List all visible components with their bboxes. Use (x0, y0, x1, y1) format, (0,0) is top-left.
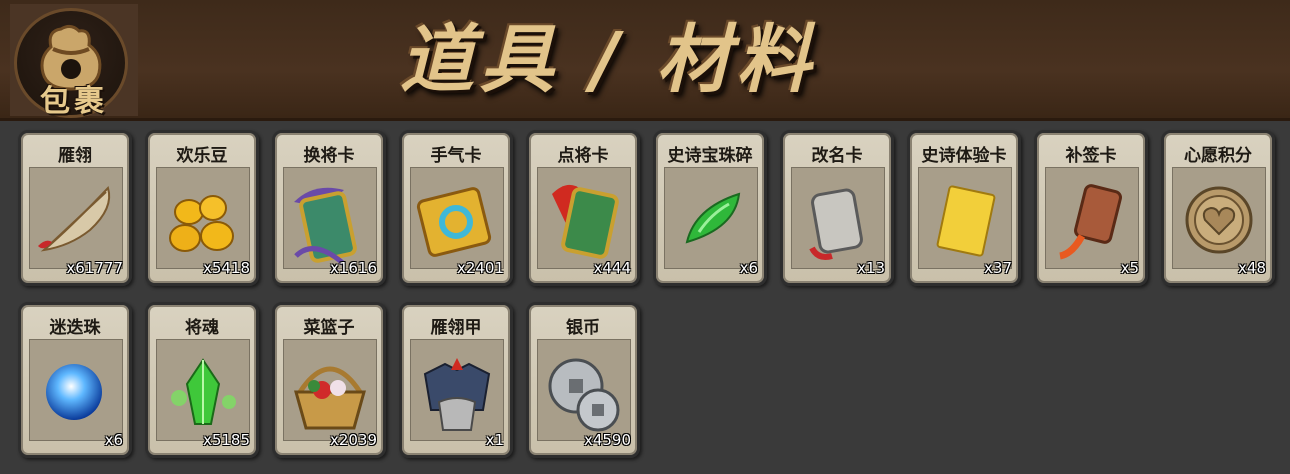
jade-shard-icon (685, 192, 741, 244)
item-card-silver-coins[interactable]: 银币 x4590 (526, 302, 640, 458)
item-name: 心愿积分 (1184, 146, 1252, 166)
feather-icon (38, 186, 111, 252)
item-name: 改名卡 (811, 146, 863, 166)
armor-icon (423, 358, 491, 431)
rename-card-icon (809, 188, 863, 260)
item-name: 手气卡 (430, 146, 482, 166)
item-card-gold-card[interactable]: 史诗体验卡 x37 (907, 130, 1021, 286)
item-art (791, 167, 885, 269)
item-name: 银币 (566, 318, 600, 338)
bag-label: 包裹 (40, 84, 108, 119)
item-art (918, 167, 1012, 269)
item-art (156, 339, 250, 441)
item-art (1045, 167, 1139, 269)
basket-icon (294, 366, 366, 430)
item-art (537, 167, 631, 269)
gold-card-icon (936, 185, 996, 257)
item-count: x61777 (66, 259, 123, 277)
sign-tag-icon (1059, 184, 1122, 260)
item-card-blue-orb[interactable]: 迷迭珠 x6 (18, 302, 132, 458)
item-name: 点将卡 (557, 146, 609, 166)
item-card-pick-general[interactable]: 点将卡 x444 (526, 130, 640, 286)
item-art (29, 167, 123, 269)
item-card-rename[interactable]: 改名卡 x13 (780, 130, 894, 286)
item-card-gold-beans[interactable]: 欢乐豆 x5418 (145, 130, 259, 286)
item-card-luck[interactable]: 手气卡 x2401 (399, 130, 513, 286)
header-bar: 包裹 道具 / 材料 (0, 0, 1290, 121)
item-name: 史诗体验卡 (921, 146, 1007, 166)
item-count: x48 (1238, 259, 1266, 277)
gold-beans-icon (169, 195, 234, 252)
item-card-green-crystal[interactable]: 将魂 x5185 (145, 302, 259, 458)
green-crystal-icon (171, 358, 236, 425)
item-count: x2039 (329, 431, 377, 449)
page-title: 道具 / 材料 (400, 17, 817, 103)
item-art (283, 167, 377, 269)
item-count: x444 (593, 259, 631, 277)
item-art (410, 167, 504, 269)
item-art (664, 167, 758, 269)
item-art (1172, 167, 1266, 269)
item-count: x2401 (456, 259, 504, 277)
item-count: x1616 (329, 259, 377, 277)
item-name: 换将卡 (303, 146, 355, 166)
item-name: 史诗宝珠碎 (667, 146, 753, 166)
item-count: x1 (485, 431, 504, 449)
item-count: x5418 (202, 259, 250, 277)
heart-coin-icon (1185, 186, 1253, 254)
item-art (537, 339, 631, 441)
item-name: 迷迭珠 (49, 318, 101, 338)
item-count: x13 (857, 259, 885, 277)
item-card-armor[interactable]: 雁翎甲 x1 (399, 302, 513, 458)
item-count: x5185 (202, 431, 250, 449)
item-card-feather[interactable]: 雁翎 x61777 (18, 130, 132, 286)
bag-tab[interactable]: 包裹 (10, 4, 138, 119)
item-card-sign-tag[interactable]: 补签卡 x5 (1034, 130, 1148, 286)
item-count: x4590 (583, 431, 631, 449)
luck-card-icon (416, 187, 492, 257)
item-card-basket[interactable]: 菜篮子 x2039 (272, 302, 386, 458)
item-count: x37 (984, 259, 1012, 277)
item-name: 菜篮子 (303, 318, 355, 338)
item-card-swap-general[interactable]: 换将卡 x1616 (272, 130, 386, 286)
item-count: x6 (739, 259, 758, 277)
item-art (283, 339, 377, 441)
item-art (29, 339, 123, 441)
item-card-heart-coin[interactable]: 心愿积分 x48 (1161, 130, 1275, 286)
item-card-jade-shard[interactable]: 史诗宝珠碎 x6 (653, 130, 767, 286)
swap-general-card-icon (294, 187, 357, 266)
item-count: x5 (1120, 259, 1139, 277)
item-art (410, 339, 504, 441)
silver-coins-icon (548, 358, 620, 432)
item-name: 欢乐豆 (176, 146, 228, 166)
item-count: x6 (104, 431, 123, 449)
pick-general-card-icon (552, 184, 619, 259)
blue-orb-icon (46, 364, 102, 420)
item-name: 将魂 (185, 318, 219, 338)
item-name: 雁翎 (58, 146, 92, 166)
item-art (156, 167, 250, 269)
item-name: 补签卡 (1065, 146, 1117, 166)
item-name: 雁翎甲 (430, 318, 482, 338)
